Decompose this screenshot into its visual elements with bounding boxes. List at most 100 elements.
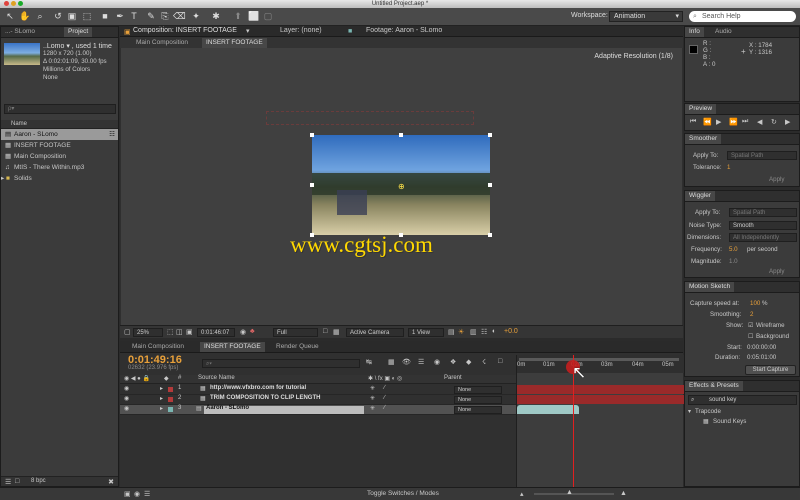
transform-handle[interactable]: [399, 133, 403, 137]
tolerance-value[interactable]: 1: [727, 164, 730, 171]
visibility-icon[interactable]: ◉: [124, 385, 129, 392]
pan-behind-tool-icon[interactable]: ⬚: [81, 10, 93, 23]
layer-name[interactable]: http://www.vfxbro.com for tutorial: [210, 385, 306, 391]
interpret-footage-icon[interactable]: ☰: [5, 478, 11, 486]
layer-name-field[interactable]: Aaron - SLomo: [204, 405, 364, 414]
zoom-tool-icon[interactable]: ⌕: [34, 10, 46, 23]
safe-margins-icon[interactable]: ⬚: [167, 328, 174, 336]
view-axis-icon[interactable]: ▢: [262, 10, 274, 23]
anchor-point-icon[interactable]: ⊕: [398, 182, 405, 191]
resolution-dropdown[interactable]: Full: [273, 328, 318, 337]
brush-tool-icon[interactable]: ✎: [145, 10, 157, 23]
loop-icon[interactable]: ↻: [771, 118, 777, 126]
collapse-switch-icon[interactable]: ✳: [370, 385, 375, 392]
timeline-zoom-slider[interactable]: [534, 493, 614, 495]
disclosure-triangle-icon[interactable]: ▾: [688, 408, 691, 415]
motion-blur-icon[interactable]: ◉: [434, 358, 440, 366]
camera-dropdown[interactable]: Active Camera: [346, 328, 404, 337]
tab-insert-footage-timeline[interactable]: INSERT FOOTAGE: [200, 342, 265, 352]
eraser-tool-icon[interactable]: ⌫: [173, 10, 186, 23]
minimize-window-button[interactable]: [11, 1, 16, 6]
search-help-input[interactable]: ⌕ Search Help: [689, 11, 796, 22]
subtab-insert-footage[interactable]: INSERT FOOTAGE: [202, 38, 267, 48]
dimensions-dropdown[interactable]: All Independently: [729, 233, 797, 242]
exposure-value[interactable]: +0.0: [504, 328, 518, 335]
subtab-main-composition[interactable]: Main Composition: [132, 38, 192, 48]
project-item-insert-footage[interactable]: ▦ INSERT FOOTAGE: [1, 140, 118, 151]
toggle-mask-icon[interactable]: ◫: [176, 328, 183, 336]
toggle-switches-modes-button[interactable]: Toggle Switches / Modes: [367, 490, 439, 497]
project-item-solids-folder[interactable]: ▸ ■ Solids: [1, 173, 118, 184]
quality-switch-icon[interactable]: ∕: [384, 385, 385, 391]
tab-motion-sketch[interactable]: Motion Sketch: [685, 282, 735, 292]
layer-duration-bar[interactable]: [517, 385, 684, 394]
label-color-swatch[interactable]: [168, 387, 173, 392]
world-axis-icon[interactable]: ⬜: [248, 10, 260, 23]
wiggler-apply-to-dropdown[interactable]: Spatial Path: [729, 208, 797, 217]
timeline-track-area[interactable]: 0m 01m 02m 03m 04m 05m ↖: [516, 355, 684, 487]
transform-handle[interactable]: [310, 183, 314, 187]
collapse-switch-icon[interactable]: ✳: [370, 405, 375, 412]
zoom-in-icon[interactable]: ▲: [620, 490, 627, 497]
transform-handle[interactable]: [488, 133, 492, 137]
camera-tool-icon[interactable]: ▣: [66, 10, 78, 23]
bit-depth-label[interactable]: 8 bpc: [31, 478, 46, 484]
project-item-main-composition[interactable]: ▦ Main Composition: [1, 151, 118, 162]
transform-handle[interactable]: [488, 183, 492, 187]
layer-row[interactable]: ◉ ▸ 1 ▦ http://www.vfxbro.com for tutori…: [120, 385, 516, 395]
visibility-icon[interactable]: ◉: [124, 405, 129, 412]
roto-brush-tool-icon[interactable]: ✦: [190, 10, 202, 23]
smoother-apply-to-dropdown[interactable]: Spatial Path: [727, 151, 797, 160]
axis-mode-icon[interactable]: ⬆: [232, 10, 244, 23]
zoom-slider-handle-icon[interactable]: ▲: [566, 489, 573, 496]
tab-main-composition-timeline[interactable]: Main Composition: [128, 342, 188, 352]
graph-toggle-icon[interactable]: □: [498, 358, 502, 365]
tab-footage-viewer[interactable]: Footage: Aaron - SLomo: [366, 27, 442, 34]
transform-handle[interactable]: [488, 233, 492, 237]
rotation-tool-icon[interactable]: ↺: [52, 10, 64, 23]
tab-layer-viewer[interactable]: Layer: (none): [280, 27, 322, 34]
label-column-icon[interactable]: ◆: [164, 375, 169, 382]
snapshot-icon[interactable]: ◉: [240, 328, 246, 336]
show-channel-icon[interactable]: ♣: [250, 328, 255, 335]
frame-blending-icon[interactable]: ☰: [418, 358, 424, 366]
footage-duration-bar[interactable]: [517, 405, 579, 414]
layer-name[interactable]: TRIM COMPOSITION TO CLIP LENGTH: [210, 395, 320, 401]
play-icon[interactable]: ▶: [716, 118, 721, 126]
parent-dropdown[interactable]: None: [454, 406, 502, 414]
in-out-icon[interactable]: ☰: [144, 490, 150, 498]
view-layout-dropdown[interactable]: 1 View: [408, 328, 444, 337]
parent-dropdown[interactable]: None: [454, 396, 502, 404]
project-item-aaron-slomo[interactable]: ▤ Aaron - SLomo ☷: [1, 129, 118, 140]
layer-number-header[interactable]: #: [178, 375, 181, 381]
name-column-header[interactable]: Name: [11, 121, 27, 127]
last-frame-icon[interactable]: ⏭: [742, 118, 748, 126]
collapse-switch-icon[interactable]: ✳: [370, 395, 375, 402]
disclosure-triangle-icon[interactable]: ▸: [160, 405, 163, 412]
visibility-icon[interactable]: ◉: [124, 395, 129, 402]
hand-tool-icon[interactable]: ✋: [19, 10, 31, 23]
frequency-value[interactable]: 5.0: [729, 246, 738, 253]
time-ruler[interactable]: 0m 01m 02m 03m 04m 05m: [517, 355, 684, 373]
fast-previews-icon[interactable]: ☀: [458, 328, 464, 336]
start-capture-button[interactable]: Start Capture: [745, 365, 796, 375]
label-color-swatch[interactable]: [168, 407, 173, 412]
modes-icon[interactable]: ◉: [134, 490, 140, 498]
workspace-dropdown[interactable]: Animation ▾: [609, 11, 683, 22]
switches-header-icon[interactable]: ✱ \ fx ▣ ◐ ◎: [368, 375, 402, 382]
timeline-search-input[interactable]: ⌕▾: [202, 359, 360, 368]
camera-snapshot-icon[interactable]: ▣: [186, 328, 193, 336]
audio-icon[interactable]: ◀: [757, 118, 762, 126]
zoom-dropdown[interactable]: 25%: [133, 328, 163, 337]
layer-duration-bar[interactable]: [517, 395, 684, 404]
always-preview-icon[interactable]: ▢: [124, 328, 131, 336]
layer-row[interactable]: ◉ ▸ 2 ▦ TRIM COMPOSITION TO CLIP LENGTH …: [120, 395, 516, 405]
trash-icon[interactable]: ✖: [108, 478, 114, 486]
type-tool-icon[interactable]: T: [128, 10, 140, 23]
parent-header[interactable]: Parent: [444, 375, 462, 381]
clone-stamp-tool-icon[interactable]: ⎘: [159, 10, 171, 23]
work-area-bar[interactable]: [519, 358, 679, 361]
wiggler-apply-button[interactable]: Apply: [769, 268, 784, 275]
noise-type-dropdown[interactable]: Smooth: [729, 221, 797, 230]
pixel-aspect-icon[interactable]: ▤: [448, 328, 455, 336]
